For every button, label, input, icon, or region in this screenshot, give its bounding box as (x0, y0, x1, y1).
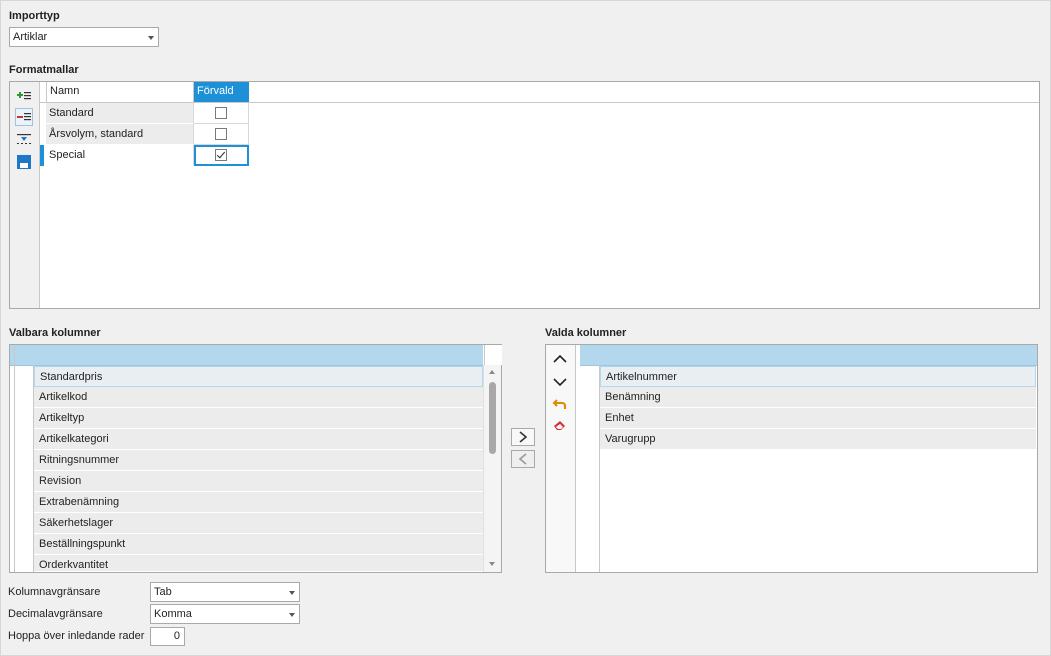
move-up-icon[interactable] (552, 351, 568, 367)
list-item[interactable]: Standardpris (34, 366, 483, 387)
list-item[interactable]: Säkerhetslager (34, 513, 483, 534)
list-item[interactable]: Artikelkategori (34, 429, 483, 450)
chevron-down-icon (148, 36, 154, 40)
formatmallar-label: Formatmallar (9, 64, 79, 76)
list-item[interactable]: Revision (34, 471, 483, 492)
list-header (10, 345, 483, 366)
delete-row-icon[interactable] (15, 108, 33, 126)
header-corner (484, 345, 502, 365)
list-item[interactable]: Enhet (600, 408, 1036, 429)
list-item[interactable]: Ritningsnummer (34, 450, 483, 471)
cell-namn[interactable]: Årsvolym, standard (46, 124, 194, 145)
list-item[interactable]: Artikelkod (34, 387, 483, 408)
valda-label: Valda kolumner (545, 327, 627, 339)
checkbox[interactable] (215, 128, 227, 140)
arrow-left-icon (518, 453, 527, 465)
move-down-icon[interactable] (552, 374, 568, 390)
decimalavgransare-select[interactable]: Komma (150, 604, 300, 624)
importtyp-select[interactable]: Artiklar (9, 27, 159, 47)
add-column-button[interactable] (511, 428, 535, 446)
list-item[interactable]: Artikeltyp (34, 408, 483, 429)
formatmallar-grid: Namn Förvald Standard Årsvolym, standard… (40, 82, 1039, 308)
row-indicator (40, 145, 44, 166)
valbara-list: Standardpris Artikelkod Artikeltyp Artik… (9, 344, 502, 573)
cell-forvald (194, 145, 249, 166)
row-indicator (40, 103, 45, 124)
importtyp-value: Artiklar (13, 31, 48, 43)
column-header-namn[interactable]: Namn (46, 82, 194, 102)
cell-forvald (194, 103, 249, 124)
kolumnavgransare-value: Tab (154, 586, 172, 598)
list-header (580, 345, 1037, 366)
arrow-right-icon (519, 431, 528, 443)
list-item[interactable]: Orderkvantitet (34, 555, 483, 572)
importtyp-label: Importtyp (9, 10, 60, 22)
cell-forvald (194, 124, 249, 145)
valda-list: Artikelnummer Benämning Enhet Varugrupp (545, 344, 1038, 573)
kolumnavgransare-select[interactable]: Tab (150, 582, 300, 602)
column-header-forvald[interactable]: Förvald (194, 82, 249, 102)
decimalavgransare-value: Komma (154, 608, 192, 620)
scroll-thumb[interactable] (489, 382, 496, 454)
scroll-up-icon[interactable] (489, 370, 495, 374)
chevron-down-icon (289, 613, 295, 617)
eraser-icon[interactable] (552, 417, 568, 433)
add-row-icon[interactable] (15, 87, 33, 105)
remove-column-button[interactable] (511, 450, 535, 468)
list-item[interactable]: Extrabenämning (34, 492, 483, 513)
checkbox-checked[interactable] (215, 149, 227, 161)
cell-namn[interactable]: Special (46, 145, 194, 166)
hoppa-label: Hoppa över inledande rader (8, 630, 145, 642)
grid-header: Namn Förvald (40, 82, 1039, 103)
indicator-column (14, 345, 15, 572)
save-icon[interactable] (15, 153, 33, 171)
list-item[interactable]: Beställningspunkt (34, 534, 483, 555)
scroll-down-icon[interactable] (489, 562, 495, 566)
undo-icon[interactable] (552, 396, 568, 412)
formatmallar-toolbar (10, 82, 40, 308)
download-icon[interactable] (15, 131, 33, 149)
row-indicator (40, 124, 45, 145)
hoppa-input[interactable]: 0 (150, 627, 185, 646)
checkbox[interactable] (215, 107, 227, 119)
cell-namn[interactable]: Standard (46, 103, 194, 124)
formatmallar-panel: Namn Förvald Standard Årsvolym, standard… (9, 81, 1040, 309)
list-item[interactable]: Artikelnummer (600, 366, 1036, 387)
vertical-scrollbar[interactable] (483, 365, 501, 572)
kolumnavgransare-label: Kolumnavgränsare (8, 586, 101, 598)
list-item[interactable]: Benämning (600, 387, 1036, 408)
list-item[interactable]: Varugrupp (600, 429, 1036, 450)
valbara-label: Valbara kolumner (9, 327, 101, 339)
decimalavgransare-label: Decimalavgränsare (8, 608, 103, 620)
valda-toolbar (546, 345, 576, 572)
chevron-down-icon (289, 591, 295, 595)
